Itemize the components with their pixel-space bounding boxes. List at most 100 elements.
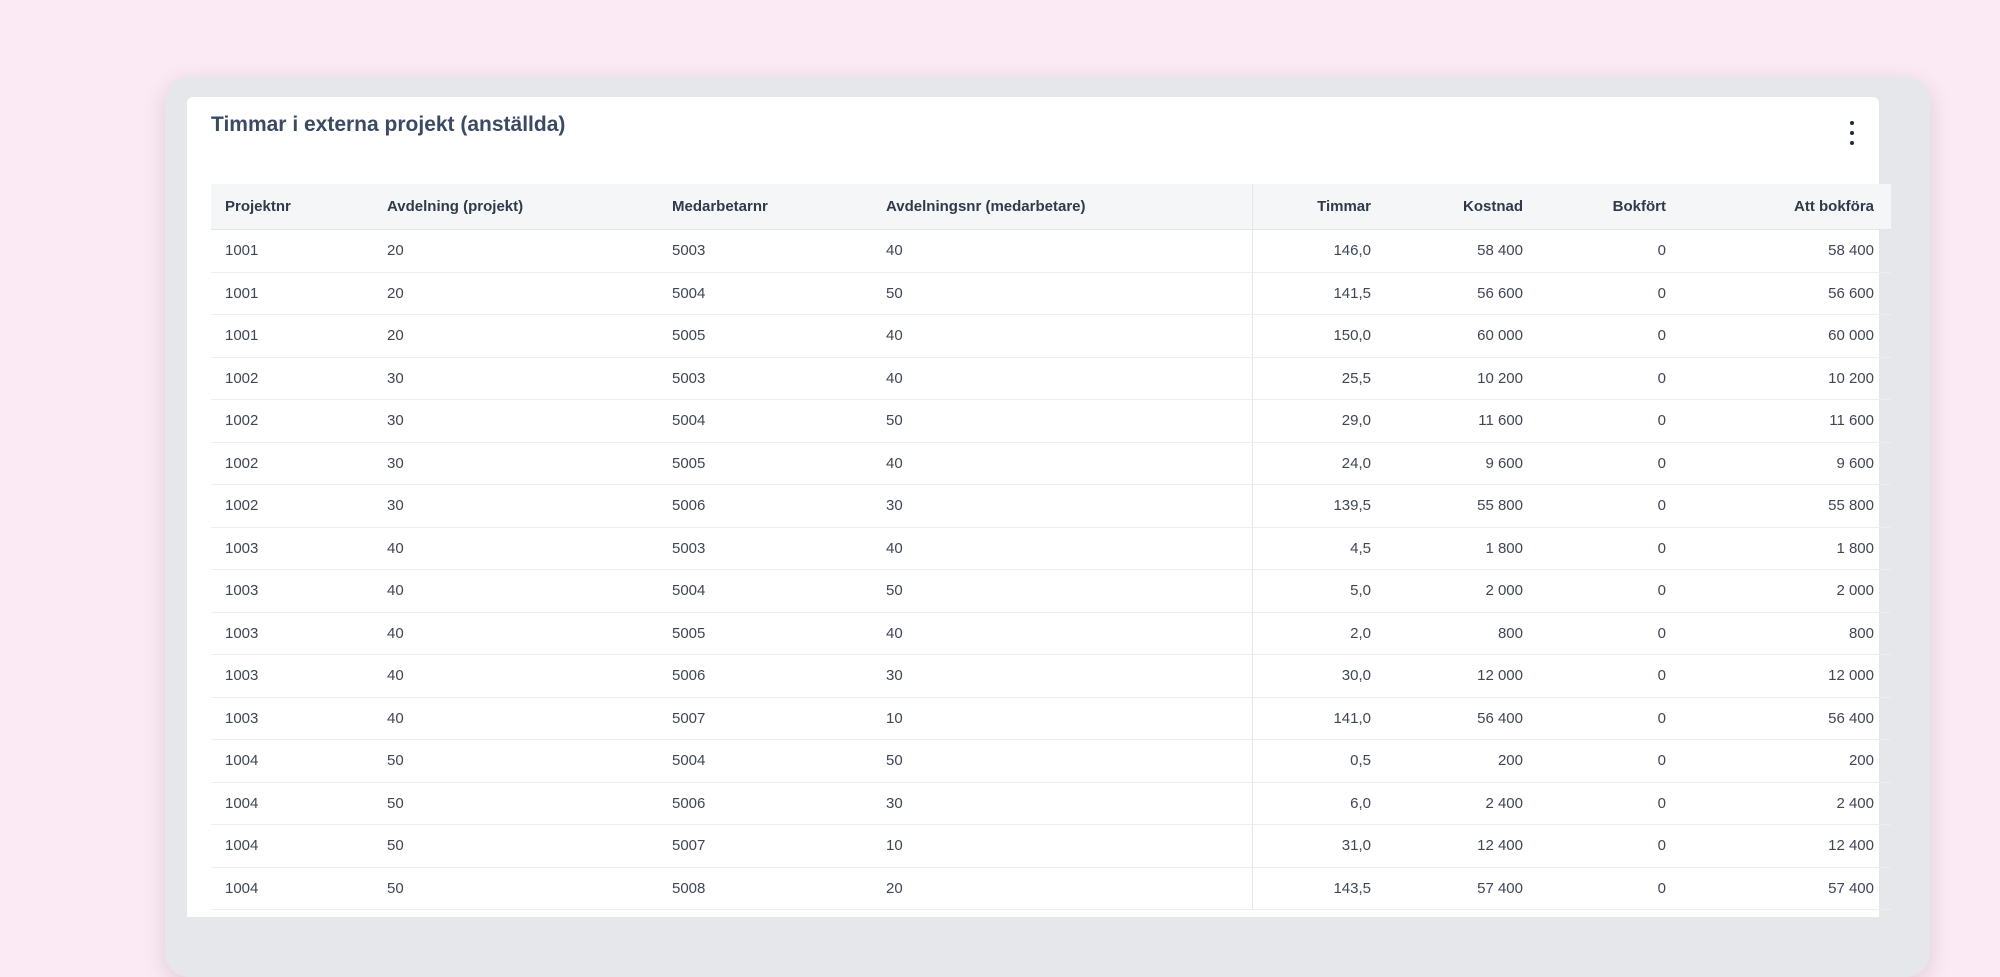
cell-projektnr: 1002 <box>211 484 373 528</box>
cell-att-bokfora: 1 800 <box>1683 527 1891 570</box>
cell-timmar: 143,5 <box>1251 867 1388 910</box>
cell-att-bokfora: 9 600 <box>1683 442 1891 485</box>
cell-att-bokfora: 58 400 <box>1683 229 1891 273</box>
cell-avdelning-projekt: 20 <box>373 314 658 358</box>
cell-timmar: 141,5 <box>1251 272 1388 315</box>
cell-timmar: 0,5 <box>1251 739 1388 783</box>
column-header-avdelning-projekt[interactable]: Avdelning (projekt) <box>373 184 658 230</box>
cell-bokfort: 0 <box>1540 229 1683 273</box>
column-header-att-bokfora[interactable]: Att bokföra <box>1683 184 1891 230</box>
cell-att-bokfora: 55 800 <box>1683 484 1891 528</box>
cell-avdelningsnr-medarbetare: 50 <box>872 739 1252 783</box>
cell-bokfort: 0 <box>1540 739 1683 783</box>
cell-avdelningsnr-medarbetare: 30 <box>872 484 1252 528</box>
cell-timmar: 25,5 <box>1251 357 1388 400</box>
cell-bokfort: 0 <box>1540 867 1683 910</box>
cell-att-bokfora: 2 000 <box>1683 569 1891 613</box>
table-row[interactable]: 1001 20 5005 40 150,0 60 000 0 60 000 <box>211 314 1891 358</box>
report-card: Timmar i externa projekt (anställda) Pro… <box>187 97 1891 917</box>
cell-projektnr: 1004 <box>211 867 373 910</box>
cell-projektnr: 1004 <box>211 782 373 825</box>
cell-medarbetarnr: 5004 <box>658 399 872 443</box>
cell-medarbetarnr: 5004 <box>658 739 872 783</box>
table-row[interactable]: 1003 40 5003 40 4,5 1 800 0 1 800 <box>211 527 1891 570</box>
cell-avdelning-projekt: 30 <box>373 442 658 485</box>
cell-projektnr: 1003 <box>211 697 373 740</box>
cell-avdelningsnr-medarbetare: 40 <box>872 612 1252 655</box>
table-row[interactable]: 1002 30 5006 30 139,5 55 800 0 55 800 <box>211 484 1891 528</box>
table-row[interactable]: 1004 50 5004 50 0,5 200 0 200 <box>211 739 1891 783</box>
cell-projektnr: 1003 <box>211 569 373 613</box>
table-row[interactable]: 1002 30 5004 50 29,0 11 600 0 11 600 <box>211 399 1891 443</box>
cell-bokfort: 0 <box>1540 782 1683 825</box>
cell-avdelning-projekt: 20 <box>373 272 658 315</box>
cell-timmar: 141,0 <box>1251 697 1388 740</box>
cell-medarbetarnr: 5008 <box>658 867 872 910</box>
cell-medarbetarnr: 5005 <box>658 442 872 485</box>
cell-avdelning-projekt: 40 <box>373 697 658 740</box>
cell-avdelning-projekt: 40 <box>373 654 658 698</box>
cell-bokfort: 0 <box>1540 697 1683 740</box>
table-row[interactable]: 1002 30 5003 40 25,5 10 200 0 10 200 <box>211 357 1891 400</box>
column-header-timmar[interactable]: Timmar <box>1251 184 1388 230</box>
table-body: 1001 20 5003 40 146,0 58 400 0 58 400 1001 20 5004… <box>211 229 1891 910</box>
cell-kostnad: 12 000 <box>1388 654 1540 698</box>
table-row[interactable]: 1001 20 5003 40 146,0 58 400 0 58 400 <box>211 229 1891 273</box>
column-header-kostnad[interactable]: Kostnad <box>1388 184 1540 230</box>
cell-kostnad: 11 600 <box>1388 399 1540 443</box>
cell-projektnr: 1002 <box>211 357 373 400</box>
cell-att-bokfora: 2 400 <box>1683 782 1891 825</box>
card-title: Timmar i externa projekt (anställda) <box>211 113 566 136</box>
cell-avdelningsnr-medarbetare: 10 <box>872 824 1252 868</box>
cell-bokfort: 0 <box>1540 357 1683 400</box>
cell-att-bokfora: 56 600 <box>1683 272 1891 315</box>
cell-att-bokfora: 11 600 <box>1683 399 1891 443</box>
cell-projektnr: 1003 <box>211 527 373 570</box>
cell-timmar: 150,0 <box>1251 314 1388 358</box>
kebab-dot <box>1850 121 1854 125</box>
cell-projektnr: 1004 <box>211 739 373 783</box>
cell-att-bokfora: 57 400 <box>1683 867 1891 910</box>
column-header-medarbetarnr[interactable]: Medarbetarnr <box>658 184 872 230</box>
cell-avdelningsnr-medarbetare: 40 <box>872 527 1252 570</box>
column-header-projektnr[interactable]: Projektnr <box>211 184 373 230</box>
cell-avdelningsnr-medarbetare: 50 <box>872 569 1252 613</box>
table-row[interactable]: 1004 50 5008 20 143,5 57 400 0 57 400 <box>211 867 1891 910</box>
table-row[interactable]: 1001 20 5004 50 141,5 56 600 0 56 600 <box>211 272 1891 315</box>
cell-avdelningsnr-medarbetare: 50 <box>872 399 1252 443</box>
cell-avdelningsnr-medarbetare: 50 <box>872 272 1252 315</box>
kebab-dot <box>1850 141 1854 145</box>
table-row[interactable]: 1003 40 5007 10 141,0 56 400 0 56 400 <box>211 697 1891 740</box>
column-header-bokfort[interactable]: Bokfört <box>1540 184 1683 230</box>
cell-bokfort: 0 <box>1540 824 1683 868</box>
table-row[interactable]: 1004 50 5007 10 31,0 12 400 0 12 400 <box>211 824 1891 868</box>
more-vertical-icon[interactable] <box>1845 121 1859 145</box>
cell-medarbetarnr: 5003 <box>658 229 872 273</box>
cell-att-bokfora: 60 000 <box>1683 314 1891 358</box>
cell-medarbetarnr: 5005 <box>658 314 872 358</box>
cell-avdelning-projekt: 40 <box>373 612 658 655</box>
cell-kostnad: 55 800 <box>1388 484 1540 528</box>
cell-kostnad: 56 600 <box>1388 272 1540 315</box>
cell-att-bokfora: 10 200 <box>1683 357 1891 400</box>
cell-timmar: 6,0 <box>1251 782 1388 825</box>
cell-bokfort: 0 <box>1540 654 1683 698</box>
cell-kostnad: 800 <box>1388 612 1540 655</box>
cell-bokfort: 0 <box>1540 484 1683 528</box>
table-row[interactable]: 1003 40 5005 40 2,0 800 0 800 <box>211 612 1891 655</box>
table-row[interactable]: 1004 50 5006 30 6,0 2 400 0 2 400 <box>211 782 1891 825</box>
cell-avdelning-projekt: 30 <box>373 357 658 400</box>
cell-kostnad: 200 <box>1388 739 1540 783</box>
cell-avdelningsnr-medarbetare: 10 <box>872 697 1252 740</box>
cell-avdelning-projekt: 50 <box>373 739 658 783</box>
cell-medarbetarnr: 5003 <box>658 527 872 570</box>
table-row[interactable]: 1003 40 5006 30 30,0 12 000 0 12 000 <box>211 654 1891 698</box>
table-row[interactable]: 1002 30 5005 40 24,0 9 600 0 9 600 <box>211 442 1891 485</box>
hours-table: Projektnr Avdelning (projekt) Medarbetar… <box>211 184 1891 910</box>
table-row[interactable]: 1003 40 5004 50 5,0 2 000 0 2 000 <box>211 569 1891 613</box>
column-header-avdelningsnr-medarbetare[interactable]: Avdelningsnr (medarbetare) <box>872 184 1252 230</box>
cell-att-bokfora: 12 000 <box>1683 654 1891 698</box>
cell-att-bokfora: 800 <box>1683 612 1891 655</box>
cell-timmar: 31,0 <box>1251 824 1388 868</box>
cell-bokfort: 0 <box>1540 442 1683 485</box>
